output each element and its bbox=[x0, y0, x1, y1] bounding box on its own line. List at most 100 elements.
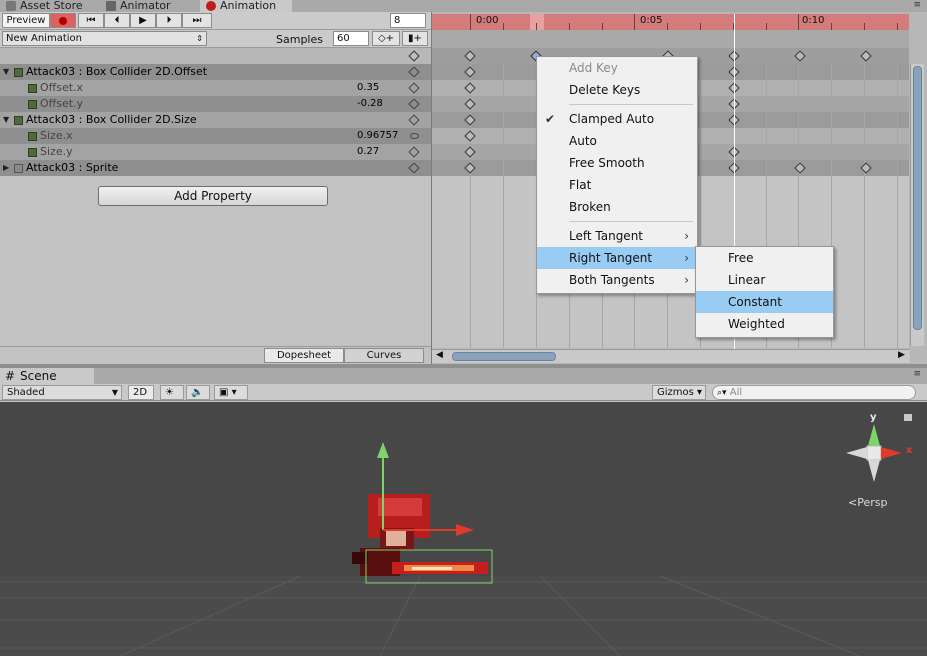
toggle-2d-button[interactable]: 2D bbox=[128, 385, 154, 400]
play-button[interactable]: ▶ bbox=[130, 13, 156, 28]
last-keyframe-button[interactable]: ⏭ bbox=[182, 13, 212, 28]
menu-item-label: Broken bbox=[569, 200, 611, 214]
preview-button[interactable]: Preview bbox=[2, 13, 50, 28]
menu-item-both-tangents[interactable]: Both Tangents › bbox=[537, 269, 697, 291]
property-row[interactable]: Offset.x 0.35 bbox=[0, 80, 431, 96]
floor-grid bbox=[0, 575, 927, 656]
keyframe-diamond-icon[interactable] bbox=[408, 82, 420, 94]
audio-toggle[interactable]: 🔈 bbox=[186, 385, 210, 400]
persp-label: Persp bbox=[857, 496, 888, 509]
menu-item-broken[interactable]: Broken bbox=[537, 196, 697, 218]
time-cursor-marker bbox=[530, 14, 544, 30]
scroll-left-icon[interactable]: ◀ bbox=[436, 350, 443, 360]
timeline-tick bbox=[798, 14, 799, 30]
panel-menu-icon[interactable]: ≡ bbox=[913, 369, 921, 379]
submenu-item-weighted[interactable]: Weighted bbox=[696, 313, 833, 335]
view-mode-tabs: Dopesheet Curves bbox=[0, 346, 431, 363]
keyframe-diamond-icon[interactable] bbox=[408, 66, 420, 78]
expand-arrow-icon[interactable]: ▼ bbox=[3, 64, 9, 80]
gizmos-dropdown[interactable]: Gizmos ▾ bbox=[652, 385, 706, 400]
menu-item-delete-keys[interactable]: Delete Keys bbox=[537, 79, 697, 101]
scroll-right-icon[interactable]: ▶ bbox=[898, 350, 905, 360]
menu-item-label: Both Tangents bbox=[569, 273, 655, 287]
menu-item-clamped-auto[interactable]: ✔ Clamped Auto bbox=[537, 108, 697, 130]
horizontal-scrollbar[interactable]: ◀ ▶ bbox=[432, 349, 910, 363]
keyframe-diamond-icon[interactable] bbox=[408, 162, 420, 174]
menu-item-left-tangent[interactable]: Left Tangent › bbox=[537, 225, 697, 247]
property-row[interactable]: ▼ Attack03 : Box Collider 2D.Size bbox=[0, 112, 431, 128]
timeline-tick bbox=[470, 14, 471, 30]
tab-label: Curves bbox=[366, 350, 402, 361]
property-row[interactable]: Size.x 0.96757 bbox=[0, 128, 431, 144]
prev-keyframe-button[interactable]: ⏴ bbox=[104, 13, 130, 28]
play-icon: ▶ bbox=[139, 15, 147, 26]
samples-value: 60 bbox=[337, 33, 350, 44]
menu-item-add-key[interactable]: Add Key bbox=[537, 57, 697, 79]
menu-item-auto[interactable]: Auto bbox=[537, 130, 697, 152]
menu-item-free-smooth[interactable]: Free Smooth bbox=[537, 152, 697, 174]
persp-toggle[interactable]: <Persp bbox=[848, 496, 887, 509]
property-checkbox-icon bbox=[28, 84, 37, 93]
property-row[interactable]: ▶ Attack03 : Sprite bbox=[0, 160, 431, 176]
tab-dopesheet[interactable]: Dopesheet bbox=[264, 348, 344, 363]
property-value[interactable]: -0.28 bbox=[357, 96, 383, 112]
submenu-item-constant[interactable]: Constant bbox=[696, 291, 833, 313]
timeline-ruler[interactable]: 0:00 0:05 0:10 bbox=[432, 14, 909, 30]
tab-animation[interactable]: Animation bbox=[200, 0, 292, 12]
window-tab-bar: Asset Store Animator Animation ≡ bbox=[0, 0, 927, 12]
tab-scene[interactable]: # Scene bbox=[0, 368, 94, 384]
submenu-item-linear[interactable]: Linear bbox=[696, 269, 833, 291]
vertical-scrollbar[interactable] bbox=[910, 64, 924, 346]
property-value[interactable]: 0.96757 bbox=[357, 128, 398, 144]
collapse-arrow-icon[interactable]: ▶ bbox=[3, 160, 9, 176]
add-keyframe-button[interactable]: ◇+ bbox=[372, 31, 400, 46]
tab-asset-store[interactable]: Asset Store bbox=[0, 0, 100, 12]
submenu-item-free[interactable]: Free bbox=[696, 247, 833, 269]
scene-drawing bbox=[0, 414, 927, 656]
toggle-2d-label: 2D bbox=[133, 387, 148, 398]
timeline-tick bbox=[700, 23, 701, 30]
summary-keyframe-icon bbox=[408, 50, 420, 62]
samples-label: Samples bbox=[276, 33, 323, 46]
record-button[interactable] bbox=[50, 13, 76, 28]
next-keyframe-button[interactable]: ⏵ bbox=[156, 13, 182, 28]
frame-field[interactable]: 8 bbox=[390, 13, 426, 28]
property-row[interactable]: Size.y 0.27 bbox=[0, 144, 431, 160]
shading-mode-label: Shaded bbox=[7, 387, 45, 398]
tab-curves[interactable]: Curves bbox=[344, 348, 424, 363]
add-event-button[interactable]: ▮+ bbox=[402, 31, 428, 46]
menu-item-flat[interactable]: Flat bbox=[537, 174, 697, 196]
event-strip[interactable] bbox=[432, 30, 909, 48]
property-row[interactable]: ▼ Attack03 : Box Collider 2D.Offset bbox=[0, 64, 431, 80]
vertical-scroll-thumb[interactable] bbox=[913, 66, 922, 330]
horizontal-scroll-thumb[interactable] bbox=[452, 352, 556, 361]
menu-item-label: Left Tangent bbox=[569, 229, 644, 243]
menu-item-right-tangent[interactable]: Right Tangent › bbox=[537, 247, 697, 269]
samples-field[interactable]: 60 bbox=[333, 31, 369, 46]
lighting-toggle[interactable]: ☀ bbox=[160, 385, 184, 400]
search-icon: ⌕▾ bbox=[717, 388, 727, 398]
property-name: Size.x bbox=[40, 129, 73, 142]
keyframe-diamond-icon[interactable] bbox=[408, 114, 420, 126]
expand-arrow-icon[interactable]: ▼ bbox=[3, 112, 9, 128]
property-value[interactable]: 0.27 bbox=[357, 144, 379, 160]
keyframe-diamond-icon[interactable] bbox=[408, 146, 420, 158]
component-checkbox-icon bbox=[14, 116, 23, 125]
keyframe-diamond-icon[interactable] bbox=[408, 98, 420, 110]
menu-item-label: Auto bbox=[569, 134, 597, 148]
panel-menu-icon[interactable]: ≡ bbox=[913, 0, 921, 10]
scene-search-input[interactable]: ⌕▾ All bbox=[712, 385, 916, 400]
property-list: ▼ Attack03 : Box Collider 2D.Offset Offs… bbox=[0, 64, 431, 176]
property-value[interactable]: 0.35 bbox=[357, 80, 379, 96]
timeline-tick bbox=[503, 23, 504, 30]
property-row[interactable]: Offset.y -0.28 bbox=[0, 96, 431, 112]
effects-dropdown[interactable]: ▣ ▾ bbox=[214, 385, 248, 400]
shading-mode-dropdown[interactable]: Shaded ▼ bbox=[2, 385, 122, 400]
scene-viewport[interactable]: y x <Persp bbox=[0, 402, 927, 656]
tab-animator[interactable]: Animator bbox=[100, 0, 200, 12]
keyframe-diamond-icon[interactable] bbox=[410, 133, 419, 139]
add-property-button[interactable]: Add Property bbox=[98, 186, 328, 206]
dropdown-arrows-icon: ⇕ bbox=[196, 34, 203, 43]
clip-dropdown[interactable]: New Animation ⇕ bbox=[2, 31, 207, 46]
first-keyframe-button[interactable]: ⏮ bbox=[78, 13, 104, 28]
